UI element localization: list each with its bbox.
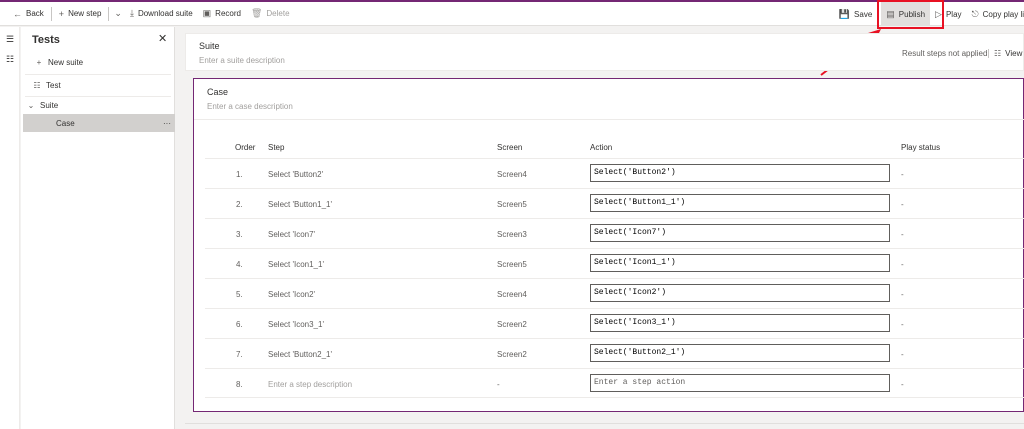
more-icon[interactable]: ···	[163, 119, 171, 128]
view-icon: ☷	[994, 49, 1002, 58]
divider	[194, 119, 1024, 120]
download-suite-button[interactable]: ⤓ Download suite	[125, 2, 198, 26]
table-row[interactable]: 6. Select 'Icon3_1' Screen2 Select('Icon…	[205, 308, 1024, 338]
record-button[interactable]: ▣ Record	[198, 2, 246, 26]
column-header-screen: Screen	[497, 143, 523, 152]
step-cell[interactable]: Select 'Icon7'	[268, 230, 315, 239]
left-rail: ☰ ☷	[0, 27, 20, 429]
record-icon: ▣	[202, 8, 212, 18]
table-row[interactable]: 7. Select 'Button2_1' Screen2 Select('Bu…	[205, 338, 1024, 368]
screen-cell: Screen4	[497, 170, 527, 179]
order-cell: 3.	[236, 230, 243, 239]
suite-title[interactable]: Suite	[199, 41, 220, 51]
action-input[interactable]: Select('Icon1_1')	[590, 254, 890, 272]
test-studio-icon[interactable]: ☷	[0, 51, 20, 67]
add-icon: +	[58, 8, 65, 19]
case-description-input[interactable]: Enter a case description	[207, 102, 293, 111]
table-row[interactable]: 5. Select 'Icon2' Screen4 Select('Icon2'…	[205, 278, 1024, 308]
play-status-cell: -	[901, 170, 904, 179]
save-button[interactable]: 💾 Save	[834, 2, 877, 26]
new-step-dropdown[interactable]: ⌄	[111, 2, 125, 26]
suite-description-input[interactable]: Enter a suite description	[199, 56, 285, 65]
column-header-action: Action	[590, 143, 613, 152]
action-input[interactable]: Select('Icon3_1')	[590, 314, 890, 332]
case-title[interactable]: Case	[207, 87, 228, 97]
order-cell: 4.	[236, 260, 243, 269]
add-icon: +	[36, 57, 42, 67]
order-cell: 5.	[236, 290, 243, 299]
action-input[interactable]: Select('Button2_1')	[590, 344, 890, 362]
copy-play-link-button[interactable]: ⎋ Copy play li	[967, 2, 1024, 26]
table-row[interactable]: 4. Select 'Icon1_1' Screen5 Select('Icon…	[205, 248, 1024, 278]
play-status-cell: -	[901, 350, 904, 359]
step-cell[interactable]: Select 'Button1_1'	[268, 200, 332, 209]
step-description-input[interactable]: Enter a step description	[268, 380, 352, 389]
publish-highlight-box	[877, 0, 944, 29]
tests-pane-title: Tests	[32, 34, 60, 46]
step-cell[interactable]: Select 'Icon1_1'	[268, 260, 324, 269]
separator	[108, 6, 110, 21]
play-status-cell: -	[901, 380, 904, 389]
screen-cell: Screen2	[497, 320, 527, 329]
step-action-input[interactable]: Enter a step action	[590, 374, 890, 392]
tree-item-test[interactable]: ☷ Test	[21, 76, 175, 94]
column-header-step: Step	[268, 143, 285, 152]
save-icon: 💾	[838, 8, 851, 19]
screen-cell: Screen2	[497, 350, 527, 359]
back-button[interactable]: ← Back	[8, 2, 49, 26]
table-row-new[interactable]: 8. Enter a step description - Enter a st…	[205, 368, 1024, 398]
download-icon: ⤓	[129, 8, 134, 18]
table-row[interactable]: 3. Select 'Icon7' Screen3 Select('Icon7'…	[205, 218, 1024, 248]
table-row[interactable]: 1. Select 'Button2' Screen4 Select('Butt…	[205, 158, 1024, 188]
order-cell: 6.	[236, 320, 243, 329]
delete-icon: 🗑	[250, 8, 263, 18]
hamburger-icon[interactable]: ☰	[0, 31, 20, 47]
divider	[185, 423, 1024, 424]
table-row[interactable]: 2. Select 'Button1_1' Screen5 Select('Bu…	[205, 188, 1024, 218]
order-cell: 2.	[236, 200, 243, 209]
screen-cell: Screen3	[497, 230, 527, 239]
separator	[50, 6, 52, 21]
close-icon[interactable]: ✕	[158, 32, 167, 45]
tree-item-suite[interactable]: ⌄ Suite	[21, 96, 175, 114]
step-cell[interactable]: Select 'Button2_1'	[268, 350, 332, 359]
view-button[interactable]: ☷ View	[988, 49, 1022, 58]
action-input[interactable]: Select('Button1_1')	[590, 194, 890, 212]
screen-cell: Screen5	[497, 200, 527, 209]
suite-panel: Suite Enter a suite description Result s…	[185, 33, 1024, 71]
case-panel: Case Enter a case description Order Step…	[193, 78, 1024, 412]
tree-item-case[interactable]: Case ···	[23, 114, 175, 132]
play-status-cell: -	[901, 200, 904, 209]
order-cell: 8.	[236, 380, 243, 389]
column-header-play-status: Play status	[901, 143, 941, 152]
step-cell[interactable]: Select 'Icon2'	[268, 290, 315, 299]
column-header-order: Order	[235, 143, 256, 152]
play-status-cell: -	[901, 320, 904, 329]
screen-cell: Screen4	[497, 290, 527, 299]
screen-cell: -	[497, 380, 500, 389]
play-status-cell: -	[901, 230, 904, 239]
screen-cell: Screen5	[497, 260, 527, 269]
chevron-down-icon: ⌄	[27, 100, 35, 110]
new-suite-button[interactable]: + New suite	[21, 53, 175, 71]
new-step-button[interactable]: + New step	[54, 2, 107, 26]
play-status-cell: -	[901, 290, 904, 299]
copy-link-icon: ⎋	[971, 8, 979, 19]
test-icon: ☷	[33, 80, 41, 90]
delete-button[interactable]: 🗑 Delete	[246, 2, 295, 26]
step-cell[interactable]: Select 'Icon3_1'	[268, 320, 324, 329]
divider	[25, 74, 171, 75]
play-status-cell: -	[901, 260, 904, 269]
order-cell: 7.	[236, 350, 243, 359]
action-input[interactable]: Select('Icon7')	[590, 224, 890, 242]
chevron-down-icon: ⌄	[114, 8, 122, 18]
action-input[interactable]: Select('Button2')	[590, 164, 890, 182]
back-arrow-icon: ←	[13, 8, 22, 19]
order-cell: 1.	[236, 170, 243, 179]
command-bar: ← Back + New step ⌄ ⤓ Download suite ▣ Recor…	[0, 2, 1024, 26]
step-cell[interactable]: Select 'Button2'	[268, 170, 323, 179]
action-input[interactable]: Select('Icon2')	[590, 284, 890, 302]
tests-pane: Tests ✕ + New suite ☷ Test ⌄ Suite Case ···	[21, 27, 175, 429]
suite-status-text: Result steps not applied	[902, 49, 988, 58]
